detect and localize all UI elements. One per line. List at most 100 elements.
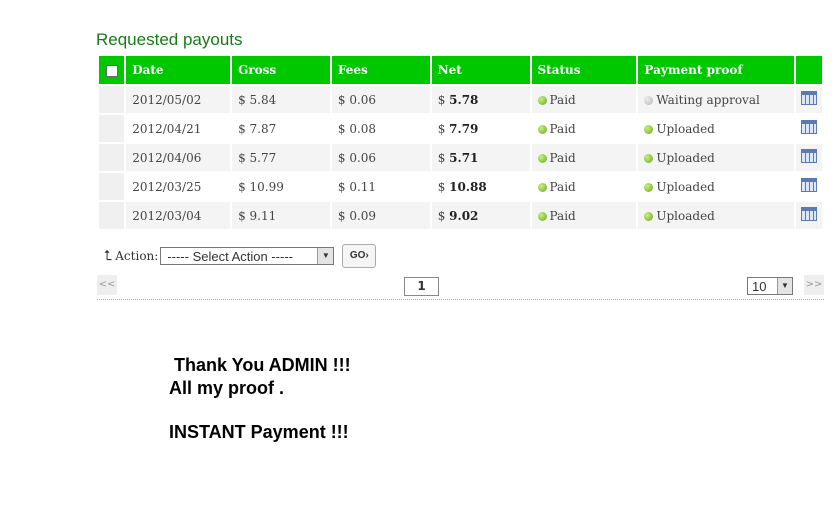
- page-title: Requested payouts: [96, 30, 243, 49]
- net-currency: $: [437, 150, 446, 165]
- previous-page-button[interactable]: <<: [97, 275, 117, 295]
- table-row: 2012/04/21 $ 7.87 $ 0.08 $ 7.79 Paid Uploaded: [99, 115, 822, 144]
- column-header-actions: [795, 56, 822, 86]
- status-cell: Paid: [531, 86, 637, 115]
- row-select-cell[interactable]: [99, 202, 125, 231]
- status-text: Paid: [549, 92, 576, 107]
- per-page-select[interactable]: 10 ▼: [747, 277, 793, 295]
- proof-cell: Waiting approval: [638, 86, 794, 115]
- status-cell: Paid: [531, 115, 637, 144]
- column-header-date[interactable]: Date: [126, 56, 231, 86]
- proof-text: Uploaded: [656, 179, 715, 194]
- status-dot-icon: [537, 182, 547, 192]
- date-cell: 2012/03/25: [126, 173, 231, 202]
- row-action-cell: [795, 144, 822, 173]
- net-cell: $ 9.02: [431, 202, 530, 231]
- column-header-status[interactable]: Status: [531, 56, 637, 86]
- bulk-action-bar: ⮤ Action: ----- Select Action ----- ▼ GO…: [104, 244, 377, 268]
- per-page-value: 10: [752, 279, 767, 294]
- status-dot-icon: [537, 153, 547, 163]
- go-button[interactable]: GO›: [342, 244, 377, 268]
- net-value: 5.71: [449, 150, 479, 165]
- column-header-gross[interactable]: Gross: [232, 56, 330, 86]
- fees-cell: $ 0.08: [331, 115, 430, 144]
- column-header-net[interactable]: Net: [431, 56, 530, 86]
- net-cell: $ 5.78: [431, 86, 530, 115]
- row-select-cell[interactable]: [99, 144, 125, 173]
- chevron-down-icon[interactable]: ▼: [317, 248, 334, 264]
- pagination-bar: << 1 10 ▼ >>: [97, 273, 824, 300]
- status-cell: Paid: [531, 202, 637, 231]
- net-value: 5.78: [449, 92, 479, 107]
- proof-cell: Uploaded: [638, 202, 794, 231]
- message-line-3: INSTANT Payment !!!: [169, 422, 349, 442]
- row-select-cell[interactable]: [99, 115, 125, 144]
- row-action-cell: [795, 173, 822, 202]
- calendar-icon[interactable]: [800, 91, 817, 105]
- proof-cell: Uploaded: [638, 173, 794, 202]
- row-select-cell[interactable]: [99, 173, 125, 202]
- current-page-input[interactable]: 1: [404, 277, 439, 296]
- chevron-down-icon[interactable]: ▼: [777, 278, 792, 294]
- calendar-icon[interactable]: [800, 120, 817, 134]
- action-select-value: ----- Select Action -----: [167, 249, 293, 264]
- message-line-1: Thank You ADMIN !!!: [174, 355, 351, 375]
- proof-status-dot-icon: [644, 182, 654, 192]
- row-action-cell: [795, 86, 822, 115]
- status-cell: Paid: [531, 173, 637, 202]
- date-cell: 2012/04/06: [126, 144, 231, 173]
- row-action-cell: [795, 115, 822, 144]
- net-currency: $: [437, 179, 446, 194]
- proof-text: Uploaded: [656, 208, 715, 223]
- select-all-cell: [99, 56, 125, 86]
- net-cell: $ 7.79: [431, 115, 530, 144]
- net-currency: $: [437, 92, 446, 107]
- gross-cell: $ 5.84: [232, 86, 330, 115]
- date-cell: 2012/04/21: [126, 115, 231, 144]
- fees-cell: $ 0.06: [331, 144, 430, 173]
- row-select-cell[interactable]: [99, 86, 125, 115]
- status-text: Paid: [549, 150, 576, 165]
- next-page-button[interactable]: >>: [804, 275, 824, 295]
- net-currency: $: [437, 208, 446, 223]
- gross-cell: $ 7.87: [232, 115, 330, 144]
- select-all-checkbox[interactable]: [105, 64, 118, 77]
- table-row: 2012/05/02 $ 5.84 $ 0.06 $ 5.78 Paid Waiting …: [99, 86, 822, 115]
- proof-status-dot-icon: [644, 153, 654, 163]
- fees-cell: $ 0.06: [331, 86, 430, 115]
- gross-cell: $ 5.77: [232, 144, 330, 173]
- column-header-fees[interactable]: Fees: [331, 56, 430, 86]
- status-dot-icon: [537, 95, 547, 105]
- proof-status-dot-icon: [644, 95, 654, 105]
- table-row: 2012/04/06 $ 5.77 $ 0.06 $ 5.71 Paid Uploaded: [99, 144, 822, 173]
- net-cell: $ 10.88: [431, 173, 530, 202]
- date-cell: 2012/03/04: [126, 202, 231, 231]
- calendar-icon[interactable]: [800, 178, 817, 192]
- gross-cell: $ 9.11: [232, 202, 330, 231]
- proof-status-dot-icon: [644, 211, 654, 221]
- calendar-icon[interactable]: [800, 207, 817, 221]
- net-value: 7.79: [449, 121, 479, 136]
- fees-cell: $ 0.11: [331, 173, 430, 202]
- status-text: Paid: [549, 208, 576, 223]
- column-header-payment-proof[interactable]: Payment proof: [638, 56, 794, 86]
- status-text: Paid: [549, 179, 576, 194]
- proof-text: Uploaded: [656, 150, 715, 165]
- table-header-row: Date Gross Fees Net Status Payment proof: [99, 56, 822, 86]
- net-value: 9.02: [449, 208, 479, 223]
- action-select[interactable]: ----- Select Action ----- ▼: [160, 247, 335, 265]
- proof-cell: Uploaded: [638, 115, 794, 144]
- message-line-2: All my proof .: [169, 378, 285, 398]
- gross-cell: $ 10.99: [232, 173, 330, 202]
- fees-cell: $ 0.09: [331, 202, 430, 231]
- calendar-icon[interactable]: [800, 149, 817, 163]
- table-row: 2012/03/04 $ 9.11 $ 0.09 $ 9.02 Paid Uploaded: [99, 202, 822, 231]
- table-row: 2012/03/25 $ 10.99 $ 0.11 $ 10.88 Paid Upload…: [99, 173, 822, 202]
- proof-text: Waiting approval: [656, 92, 760, 107]
- status-text: Paid: [549, 121, 576, 136]
- net-value: 10.88: [449, 179, 487, 194]
- status-dot-icon: [537, 124, 547, 134]
- proof-text: Uploaded: [656, 121, 715, 136]
- net-currency: $: [437, 121, 446, 136]
- row-action-cell: [795, 202, 822, 231]
